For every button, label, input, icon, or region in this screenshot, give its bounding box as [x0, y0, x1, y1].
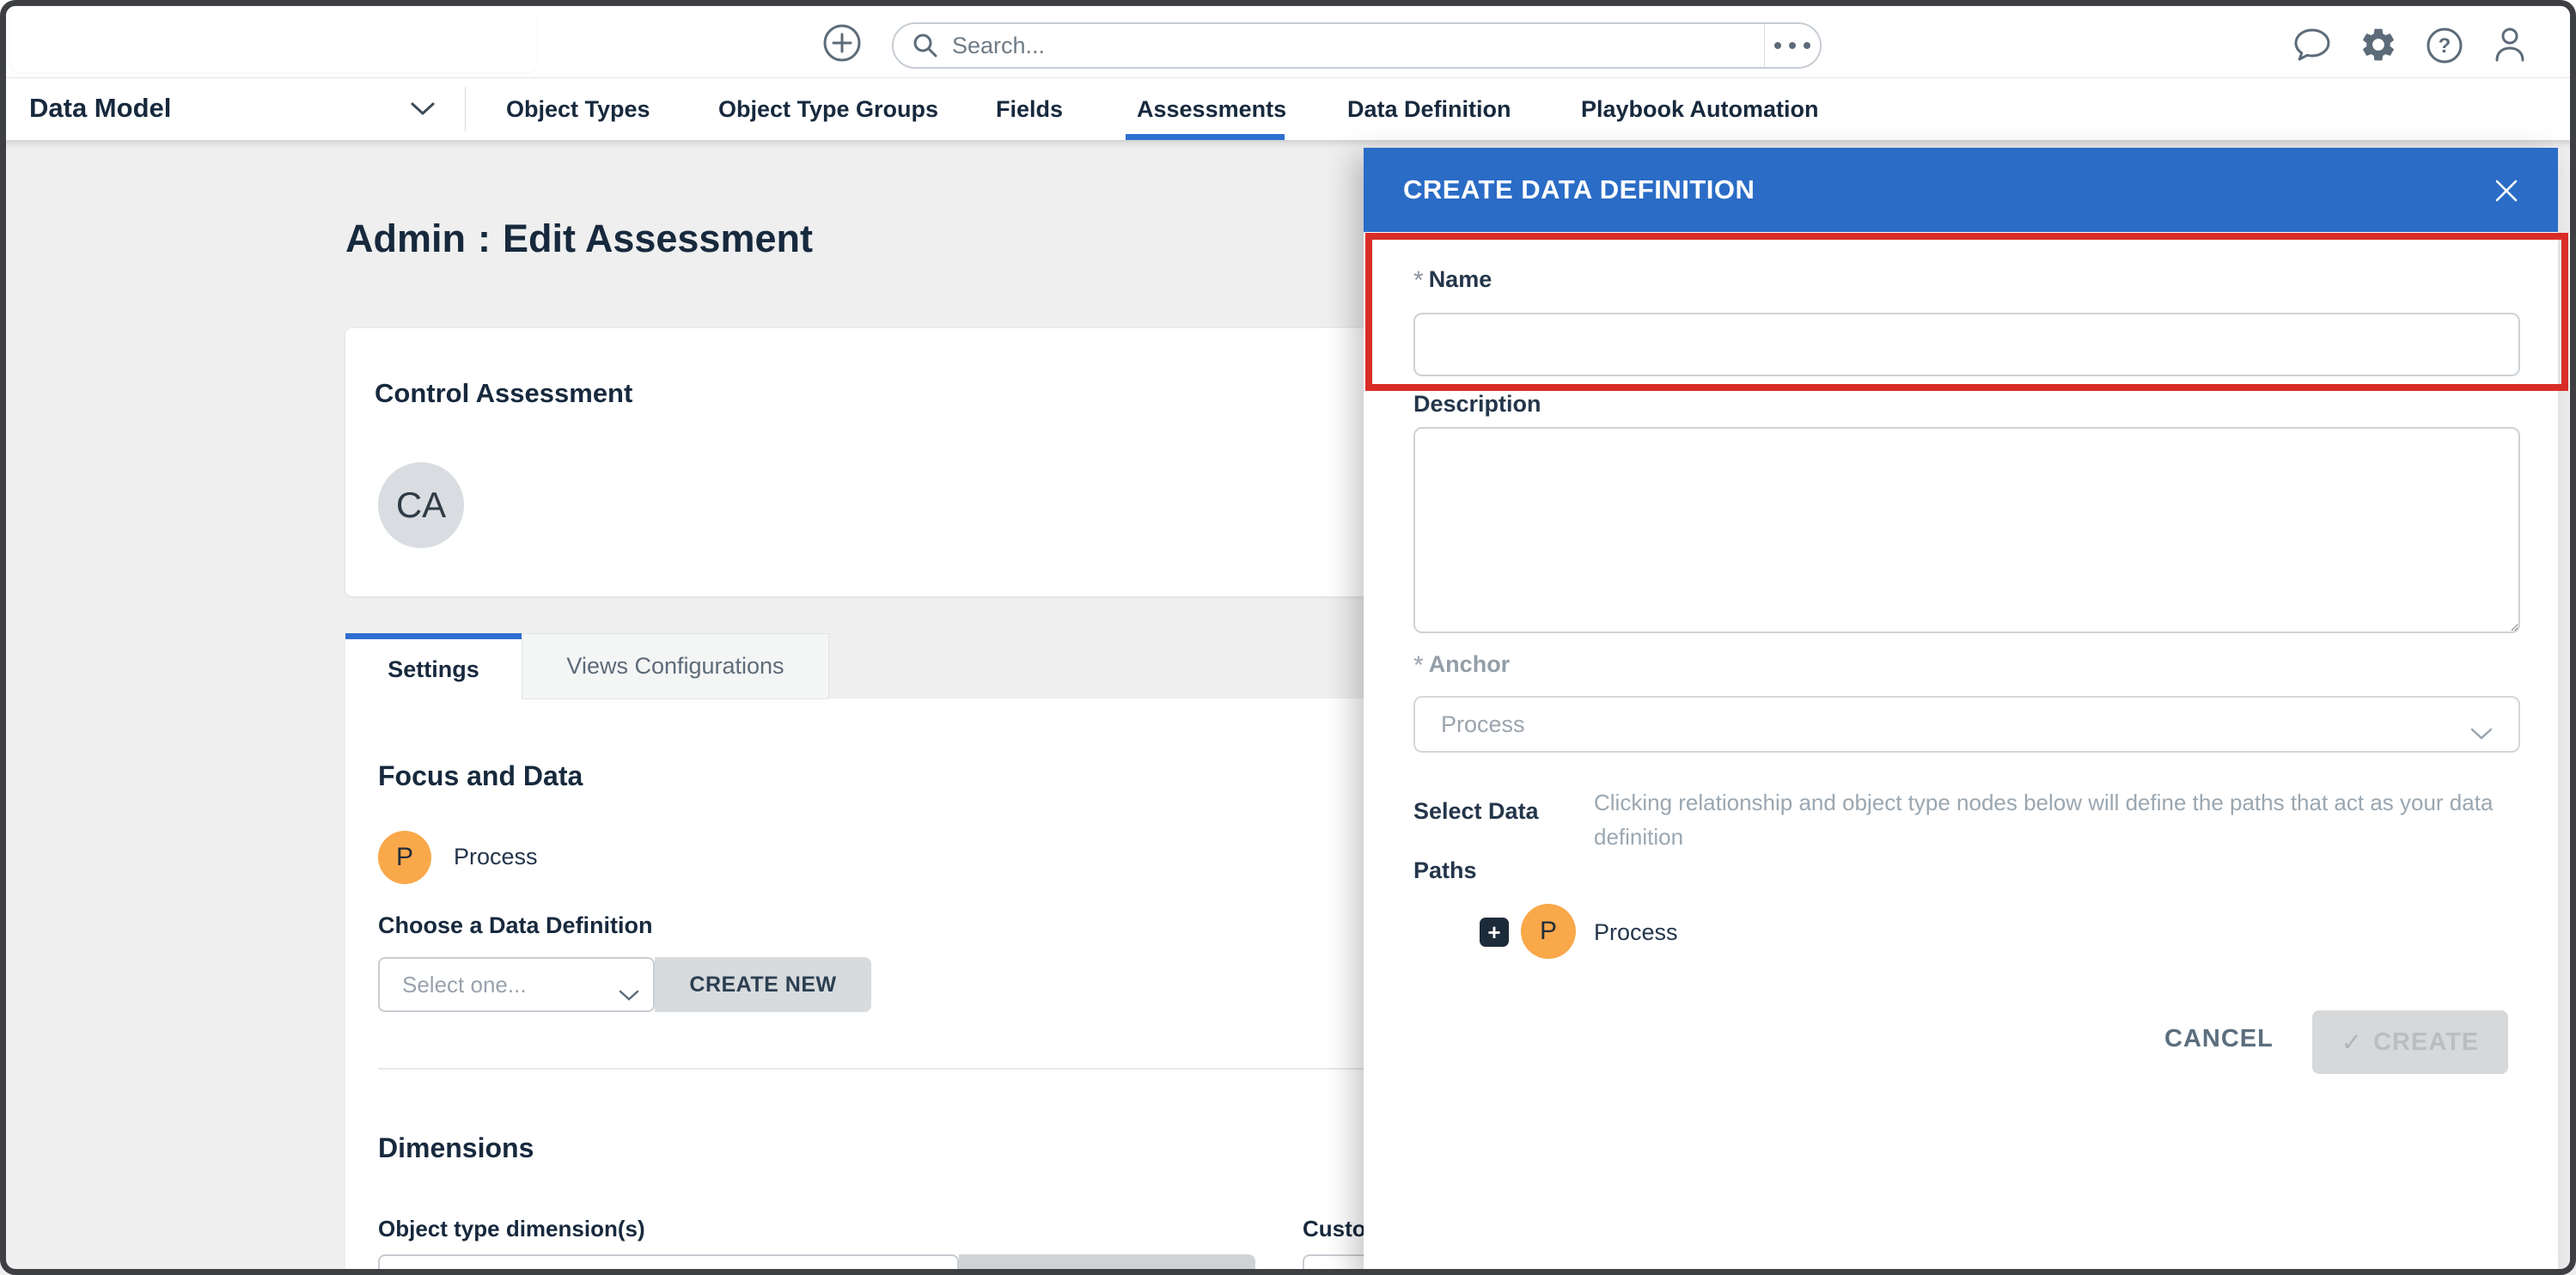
app-window: ? Data Model Object Types Object Type Gr… — [0, 0, 2576, 1275]
chat-bubble-icon — [2292, 25, 2333, 69]
tab-views-label: Views Configurations — [566, 653, 784, 680]
custom-dimensions-label: Custo — [1303, 1216, 1366, 1242]
tab-views-configurations[interactable]: Views Configurations — [522, 633, 829, 699]
name-input[interactable] — [1413, 313, 2520, 376]
chevron-down-icon — [411, 102, 435, 120]
question-circle-icon: ? — [2425, 26, 2464, 70]
check-icon: ✓ — [2341, 1028, 2363, 1058]
active-tab-indicator — [1126, 134, 1285, 140]
process-node-avatar: P — [378, 831, 431, 884]
create-button-label: CREATE — [2373, 1028, 2479, 1057]
module-dropdown[interactable]: Data Model — [29, 93, 171, 124]
page-title: Admin: Edit Assessment — [345, 217, 813, 261]
search-input[interactable] — [950, 32, 1764, 60]
choose-data-definition-label: Choose a Data Definition — [378, 912, 653, 939]
anchor-label: *Anchor — [1413, 651, 1510, 680]
cancel-button[interactable]: CANCEL — [2159, 1024, 2279, 1054]
help-button[interactable]: ? — [2424, 27, 2465, 68]
page-title-prefix: Admin — [345, 217, 466, 260]
tab-assessments[interactable]: Assessments — [1137, 96, 1286, 123]
tab-settings-local[interactable]: Settings — [345, 633, 522, 699]
plus-icon: + — [1487, 921, 1500, 943]
page-title-separator: : — [478, 217, 491, 260]
tab-data-definition[interactable]: Data Definition — [1347, 96, 1511, 123]
settings-button[interactable] — [2358, 26, 2399, 67]
tab-playbook-automation[interactable]: Playbook Automation — [1581, 96, 1819, 123]
focus-and-data-heading: Focus and Data — [378, 760, 583, 792]
section-divider — [378, 1068, 1366, 1070]
tree-node-label[interactable]: Process — [1594, 919, 1678, 946]
nav-divider — [465, 87, 466, 131]
chevron-down-icon — [2470, 720, 2493, 747]
anchor-label-text: Anchor — [1429, 651, 1511, 677]
select-data-paths-helper: Clicking relationship and object type no… — [1594, 785, 2518, 855]
tree-node-process[interactable]: P — [1521, 904, 1576, 959]
create-data-definition-drawer: CREATE DATA DEFINITION *Name Description… — [1364, 148, 2558, 1275]
user-menu-button[interactable] — [2489, 25, 2530, 68]
create-new-button[interactable]: CREATE NEW — [655, 957, 871, 1012]
dimensions-heading: Dimensions — [378, 1132, 534, 1164]
assessment-avatar-initials: CA — [396, 485, 446, 526]
person-icon — [2490, 24, 2530, 70]
more-options-icon[interactable] — [1765, 24, 1820, 67]
anchor-select-value: Process — [1441, 711, 1525, 738]
drawer-title: CREATE DATA DEFINITION — [1403, 174, 1755, 205]
page-title-main: Edit Assessment — [503, 217, 813, 260]
tab-object-types[interactable]: Object Types — [506, 96, 650, 123]
tree-node-initial: P — [1540, 917, 1557, 946]
chat-button[interactable] — [2291, 26, 2334, 67]
gear-icon — [2359, 25, 2398, 69]
process-node-initial: P — [396, 843, 413, 872]
required-marker: * — [1413, 266, 1424, 295]
plus-circle-icon — [821, 22, 863, 68]
data-definition-select-value: Select one... — [402, 972, 527, 998]
name-label: *Name — [1413, 266, 1492, 296]
object-type-dimensions-label: Object type dimension(s) — [378, 1216, 645, 1242]
data-definition-select[interactable]: Select one... — [378, 957, 655, 1012]
module-nav-bar: Data Model Object Types Object Type Grou… — [0, 78, 2576, 140]
expand-node-button[interactable]: + — [1480, 918, 1509, 947]
tab-fields[interactable]: Fields — [996, 96, 1063, 123]
create-button[interactable]: ✓ CREATE — [2312, 1010, 2508, 1074]
tab-object-type-groups[interactable]: Object Type Groups — [718, 96, 938, 123]
description-label: Description — [1413, 391, 1541, 418]
description-textarea[interactable] — [1413, 427, 2520, 633]
add-button[interactable] — [821, 24, 863, 65]
select-data-paths-label: Select Data Paths — [1413, 782, 1596, 900]
svg-text:?: ? — [2439, 34, 2451, 58]
assessment-card-heading: Control Assessment — [375, 378, 632, 409]
name-label-text: Name — [1429, 266, 1492, 292]
search-icon — [911, 31, 940, 60]
required-marker: * — [1413, 651, 1424, 680]
assessment-avatar: CA — [378, 462, 464, 548]
close-icon[interactable] — [2487, 172, 2525, 210]
logo-placeholder — [10, 5, 536, 72]
anchor-select[interactable]: Process — [1413, 696, 2520, 753]
tab-settings-label: Settings — [388, 656, 479, 683]
process-node-label: Process — [454, 844, 538, 870]
drawer-header: CREATE DATA DEFINITION — [1364, 148, 2558, 232]
global-search — [892, 22, 1822, 69]
object-type-dimensions-select[interactable] — [378, 1254, 959, 1275]
object-type-dimensions-button[interactable] — [959, 1254, 1255, 1275]
chevron-down-icon — [619, 981, 639, 1008]
